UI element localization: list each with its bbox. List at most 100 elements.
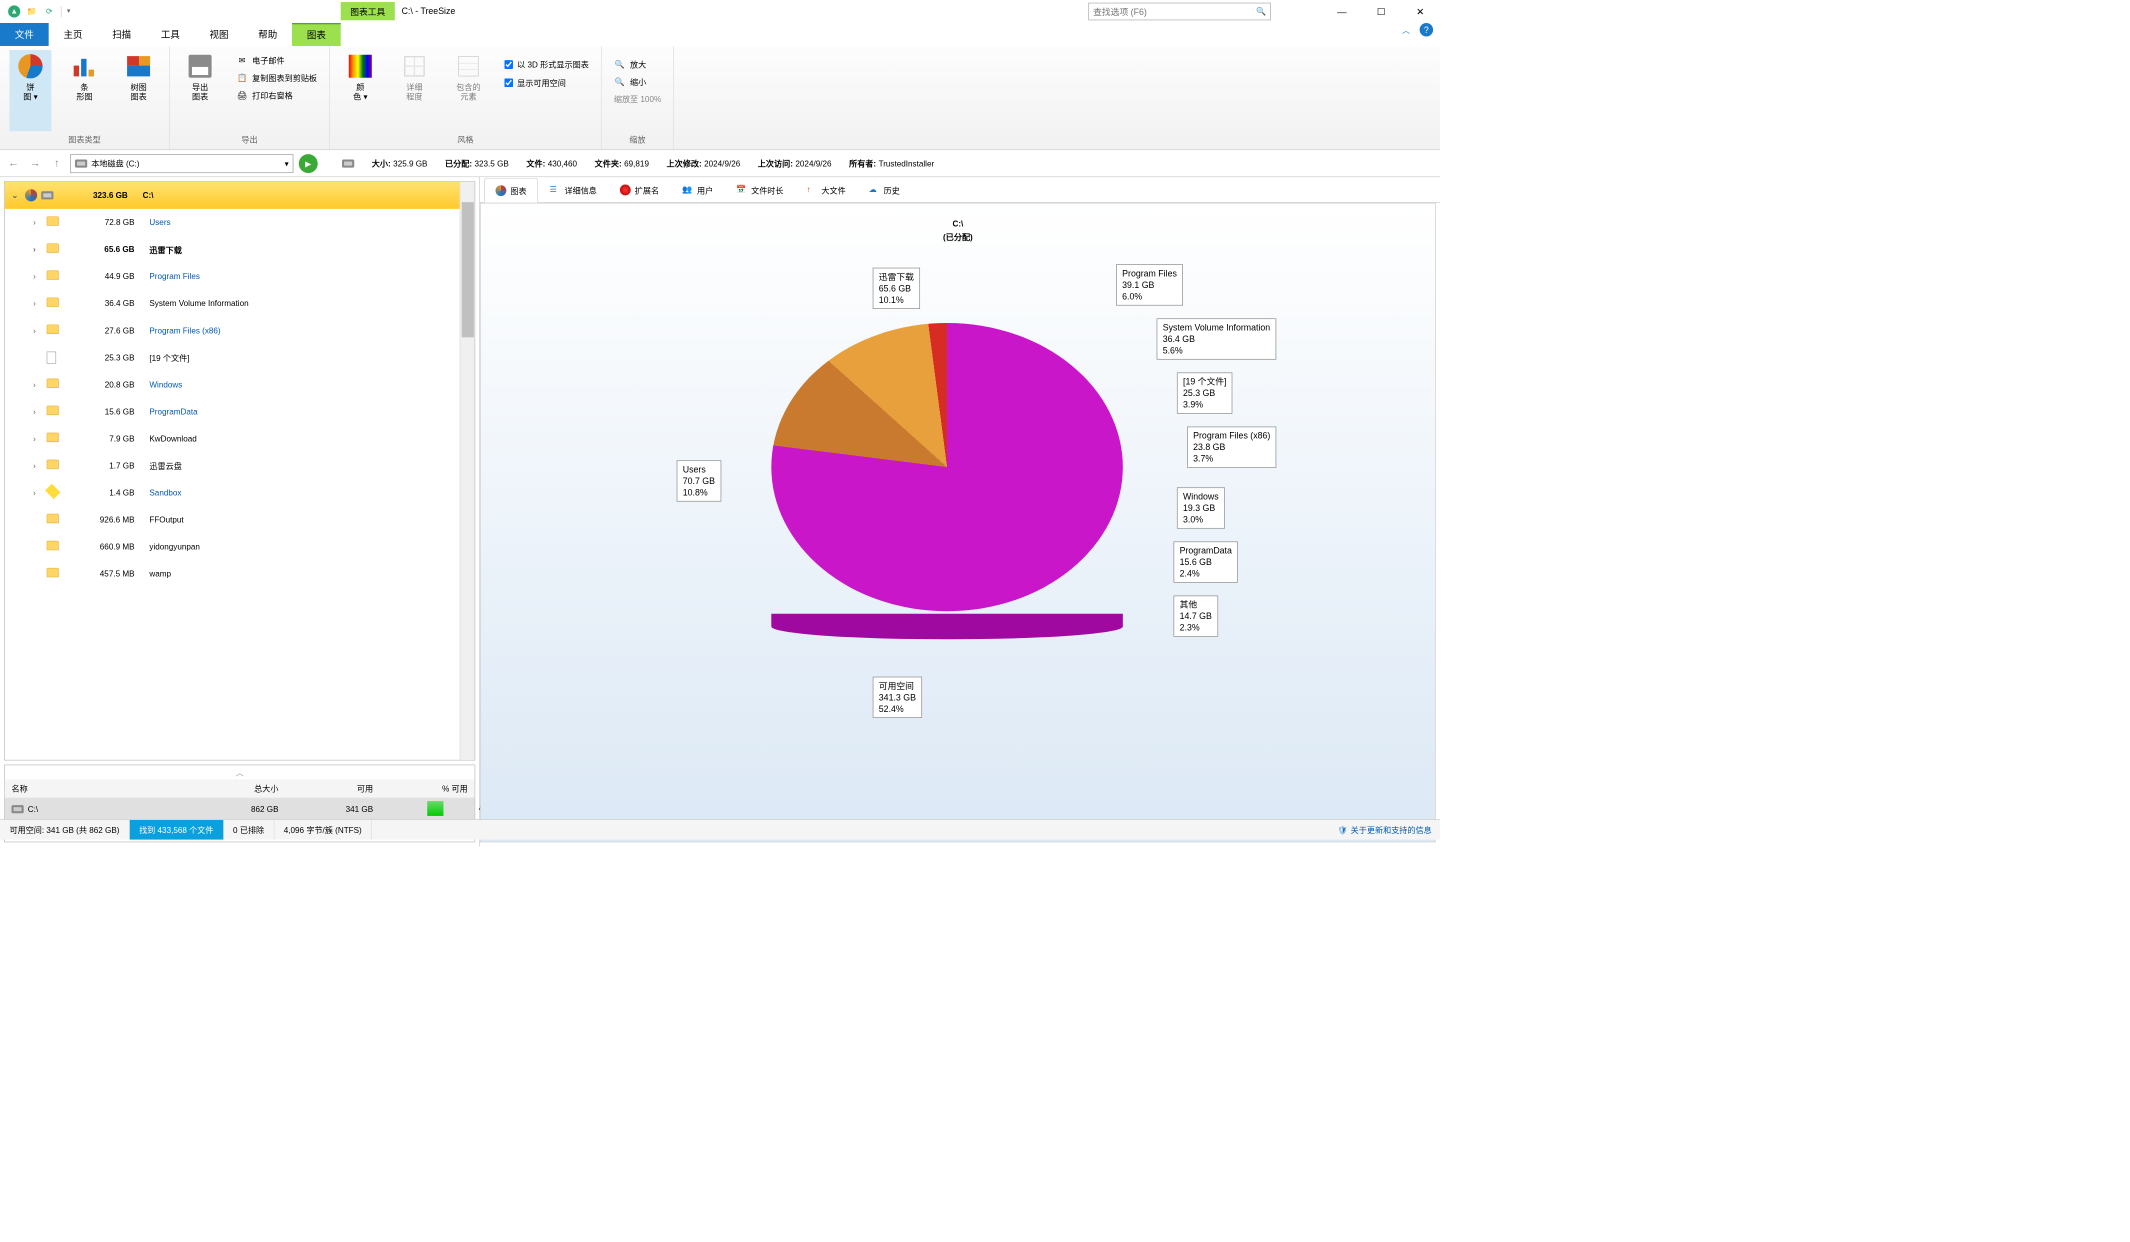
viewtab-chart[interactable]: 图表 bbox=[484, 178, 538, 203]
tab-home[interactable]: 主页 bbox=[49, 23, 98, 46]
drives-expand-handle[interactable]: ︿ bbox=[5, 765, 475, 779]
treemap-button[interactable]: 树图 图表 bbox=[118, 50, 160, 131]
tree-row[interactable]: ›20.8 GBWindows bbox=[5, 371, 475, 398]
pie-chart-button[interactable]: 饼 图 ▾ bbox=[9, 50, 51, 131]
pie-chart[interactable] bbox=[771, 291, 1123, 643]
ribbon-group-charttype: 图表类型 bbox=[68, 131, 100, 148]
window-title: C:\ - TreeSize bbox=[402, 6, 456, 16]
qat-dropdown-icon[interactable]: ▾ bbox=[67, 7, 70, 14]
tree-row[interactable]: 660.9 MB yidongyunpan bbox=[5, 533, 475, 560]
tree-row[interactable]: 25.3 GB[19 个文件] bbox=[5, 344, 475, 371]
help-icon[interactable]: ? bbox=[1420, 23, 1434, 37]
expand-icon[interactable]: › bbox=[33, 218, 42, 227]
right-pane: 图表 ☰详细信息 扩展名 👥用户 📅文件时长 ↑大文件 ☁历史 C:\ (已分配… bbox=[480, 177, 1440, 846]
tree-row[interactable]: ›15.6 GBProgramData bbox=[5, 398, 475, 425]
expand-icon[interactable]: › bbox=[33, 488, 42, 497]
minimize-button[interactable]: — bbox=[1322, 0, 1361, 23]
show-3d-checkbox[interactable]: 以 3D 形式显示图表 bbox=[502, 57, 592, 73]
expand-icon[interactable]: › bbox=[33, 434, 42, 443]
chart-callout: Users70.7 GB10.8% bbox=[677, 460, 721, 501]
tree-row-name: yidongyunpan bbox=[149, 542, 200, 551]
tree-row[interactable]: ›7.9 GBKwDownload bbox=[5, 425, 475, 452]
nav-forward-icon[interactable]: → bbox=[27, 155, 43, 171]
drive-name: C:\ bbox=[28, 804, 38, 813]
status-cluster: 4,096 字节/簇 (NTFS) bbox=[274, 820, 372, 840]
zoom-out-button[interactable]: 🔍缩小 bbox=[611, 74, 664, 89]
chart-callout: 其他14.7 GB2.3% bbox=[1174, 596, 1218, 637]
detail-level-button[interactable]: 详细 程度 bbox=[393, 50, 435, 131]
nav-back-icon[interactable]: ← bbox=[5, 155, 21, 171]
collapse-ribbon-icon[interactable]: ︿ bbox=[1402, 24, 1410, 35]
folder-open-icon[interactable]: 📁 bbox=[26, 5, 38, 17]
tab-chart[interactable]: 图表 bbox=[292, 23, 341, 46]
viewtab-big[interactable]: ↑大文件 bbox=[795, 177, 857, 202]
tree-row[interactable]: 457.5 MBwamp bbox=[5, 560, 475, 587]
expand-icon[interactable]: › bbox=[33, 326, 42, 335]
expand-icon[interactable]: › bbox=[33, 407, 42, 416]
viewtab-age[interactable]: 📅文件时长 bbox=[725, 177, 795, 202]
expand-icon[interactable]: › bbox=[33, 245, 42, 254]
tree-row-size: 660.9 MB bbox=[64, 542, 145, 551]
drives-col-pct[interactable]: % 可用 bbox=[380, 783, 475, 794]
tree-row[interactable]: ›72.8 GBUsers bbox=[5, 209, 475, 236]
tree-scrollbar[interactable] bbox=[460, 182, 475, 760]
tab-help[interactable]: 帮助 bbox=[243, 23, 292, 46]
drives-col-name[interactable]: 名称 bbox=[5, 783, 191, 794]
tree-row[interactable]: ›1.7 GB迅雷云盘 bbox=[5, 452, 475, 479]
email-button[interactable]: ✉电子邮件 bbox=[233, 53, 320, 68]
tree-root-row[interactable]: ⌄ 323.6 GB C:\ bbox=[5, 182, 475, 209]
zoom-in-button[interactable]: 🔍放大 bbox=[611, 57, 664, 72]
chart-callout: Windows19.3 GB3.0% bbox=[1177, 487, 1225, 528]
search-icon[interactable]: 🔍 bbox=[1256, 7, 1266, 16]
folder-icon bbox=[47, 270, 61, 282]
tree-row-name: [19 个文件] bbox=[149, 352, 189, 363]
chart-callout: ProgramData15.6 GB2.4% bbox=[1174, 541, 1238, 582]
chart-callout: 迅雷下载65.6 GB10.1% bbox=[873, 268, 920, 309]
bar-chart-button[interactable]: 条 形图 bbox=[64, 50, 106, 131]
viewtab-user[interactable]: 👥用户 bbox=[671, 177, 725, 202]
tab-tools[interactable]: 工具 bbox=[146, 23, 195, 46]
tree-row[interactable]: ›1.4 GBSandbox bbox=[5, 479, 475, 506]
tree-row[interactable]: ›27.6 GBProgram Files (x86) bbox=[5, 317, 475, 344]
tree-row[interactable]: ›36.4 GBSystem Volume Information bbox=[5, 290, 475, 317]
expand-icon[interactable]: › bbox=[33, 272, 42, 281]
show-free-checkbox[interactable]: 显示可用空间 bbox=[502, 75, 592, 91]
viewtab-detail[interactable]: ☰详细信息 bbox=[538, 177, 608, 202]
expand-icon[interactable]: › bbox=[33, 461, 42, 470]
copy-clipboard-button[interactable]: 📋复制图表到剪贴板 bbox=[233, 70, 320, 85]
export-chart-button[interactable]: 导出 图表 bbox=[179, 50, 221, 131]
drive-row[interactable]: C:\862 GB341 GB40 % bbox=[5, 798, 475, 820]
status-update-link[interactable]: 🛡关于更新和支持的信息 bbox=[1338, 824, 1440, 835]
viewtab-ext[interactable]: 扩展名 bbox=[608, 177, 670, 202]
tree-row-name: Windows bbox=[149, 380, 182, 389]
tree-row-size: 36.4 GB bbox=[64, 299, 145, 308]
close-button[interactable]: ✕ bbox=[1401, 0, 1440, 23]
zoom-100-button[interactable]: 缩放至 100% bbox=[611, 92, 664, 106]
search-options-box[interactable]: 🔍 bbox=[1088, 3, 1271, 21]
expand-icon[interactable]: › bbox=[33, 299, 42, 308]
color-button[interactable]: 颜 色 ▾ bbox=[339, 50, 381, 131]
drive-icon bbox=[75, 159, 87, 167]
drives-col-total[interactable]: 总大小 bbox=[191, 783, 286, 794]
scroll-thumb[interactable] bbox=[462, 202, 474, 337]
maximize-button[interactable]: ☐ bbox=[1361, 0, 1400, 23]
collapse-icon[interactable]: ⌄ bbox=[11, 191, 20, 200]
drive-selector[interactable]: 本地磁盘 (C:) ▾ bbox=[70, 154, 293, 173]
drives-col-free[interactable]: 可用 bbox=[285, 783, 380, 794]
expand-icon[interactable]: › bbox=[33, 380, 42, 389]
tree-row[interactable]: ›65.6 GB迅雷下载 bbox=[5, 236, 475, 263]
contained-elements-button[interactable]: 包含的 元素 bbox=[448, 50, 490, 131]
viewtab-history[interactable]: ☁历史 bbox=[857, 177, 911, 202]
tab-scan[interactable]: 扫描 bbox=[97, 23, 146, 46]
tree-row[interactable]: 926.6 MBFFOutput bbox=[5, 506, 475, 533]
scan-go-button[interactable]: ▶ bbox=[299, 154, 318, 173]
refresh-icon[interactable]: ⟳ bbox=[43, 5, 55, 17]
tab-file[interactable]: 文件 bbox=[0, 23, 49, 46]
search-input[interactable] bbox=[1093, 6, 1256, 16]
print-button[interactable]: 🖨打印右窗格 bbox=[233, 88, 320, 103]
tree-row[interactable]: ›44.9 GBProgram Files bbox=[5, 263, 475, 290]
nav-up-icon[interactable]: ↑ bbox=[49, 155, 65, 171]
tree-row-name: ProgramData bbox=[149, 407, 197, 416]
tab-view[interactable]: 视图 bbox=[195, 23, 244, 46]
tree-row-size: 44.9 GB bbox=[64, 272, 145, 281]
